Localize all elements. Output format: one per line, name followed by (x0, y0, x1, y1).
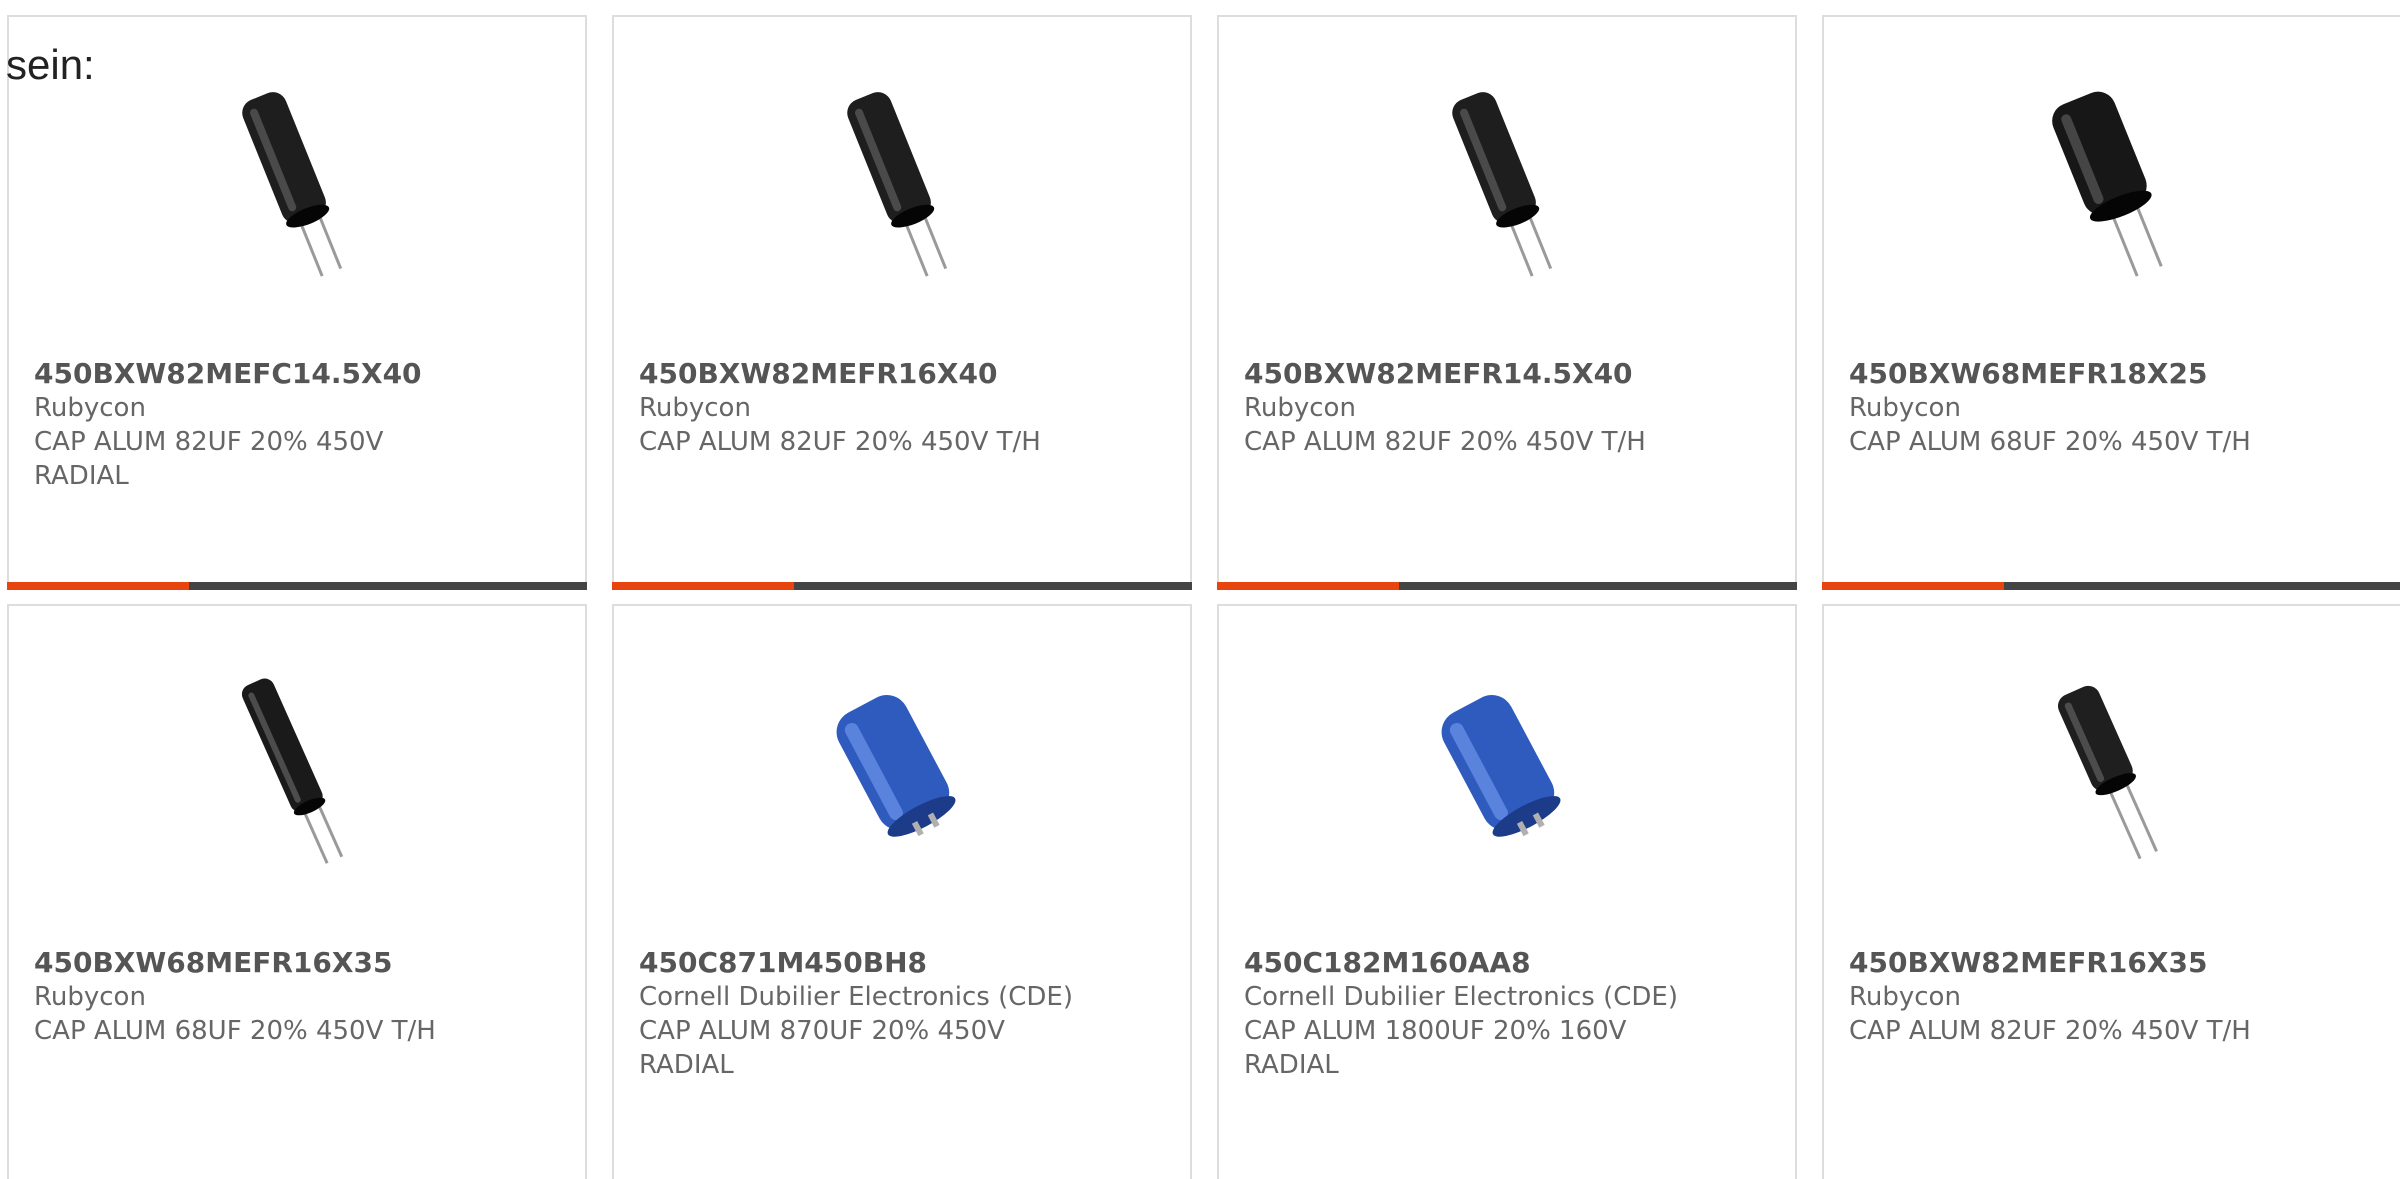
product-description: CAP ALUM 82UF 20% 450V RADIAL (34, 427, 384, 491)
product-description: CAP ALUM 1800UF 20% 160V RADIAL (1244, 1016, 1627, 1080)
product-card[interactable]: 450BXW82MEFR14.5X40 Rubycon CAP ALUM 82U… (1217, 15, 1797, 590)
product-card[interactable]: 450BXW68MEFR18X25 Rubycon CAP ALUM 68UF … (1822, 15, 2400, 590)
product-grid: 450BXW82MEFC14.5X40 Rubycon CAP ALUM 82U… (7, 15, 2400, 1179)
part-number-link[interactable]: 450BXW68MEFR18X25 (1849, 357, 2380, 391)
manufacturer: Rubycon (1244, 393, 1356, 423)
manufacturer: Rubycon (1849, 982, 1961, 1012)
product-description: CAP ALUM 82UF 20% 450V T/H (639, 427, 1041, 457)
manufacturer: Cornell Dubilier Electronics (CDE) (1244, 982, 1678, 1012)
part-number-link[interactable]: 450BXW68MEFR16X35 (34, 946, 565, 980)
part-number-link[interactable]: 450C182M160AA8 (1244, 946, 1775, 980)
manufacturer: Rubycon (34, 982, 146, 1012)
black-capacitor-slim-icon (799, 85, 999, 285)
black-capacitor-small-icon (2009, 674, 2209, 874)
product-card[interactable]: 450BXW82MEFR16X35 Rubycon CAP ALUM 82UF … (1822, 604, 2400, 1179)
black-capacitor-slim-icon (1404, 85, 1604, 285)
manufacturer: Rubycon (639, 393, 751, 423)
part-number-link[interactable]: 450C871M450BH8 (639, 946, 1170, 980)
product-card[interactable]: 450C182M160AA8 Cornell Dubilier Electron… (1217, 604, 1797, 1179)
black-capacitor-slim-icon (194, 85, 394, 285)
black-capacitor-long-icon (194, 674, 394, 874)
product-card[interactable]: 450BXW82MEFC14.5X40 Rubycon CAP ALUM 82U… (7, 15, 587, 590)
product-description: CAP ALUM 870UF 20% 450V RADIAL (639, 1016, 1005, 1080)
product-description: CAP ALUM 82UF 20% 450V T/H (1244, 427, 1646, 457)
manufacturer: Rubycon (34, 393, 146, 423)
part-number-link[interactable]: 450BXW82MEFR16X35 (1849, 946, 2380, 980)
card-accent-bar (1217, 582, 1797, 590)
blue-capacitor-icon (1404, 674, 1604, 874)
card-accent-bar (7, 582, 587, 590)
part-number-link[interactable]: 450BXW82MEFR16X40 (639, 357, 1170, 391)
product-card[interactable]: 450BXW68MEFR16X35 Rubycon CAP ALUM 68UF … (7, 604, 587, 1179)
intro-text: sein: (6, 41, 95, 88)
product-description: CAP ALUM 68UF 20% 450V T/H (34, 1016, 436, 1046)
manufacturer: Rubycon (1849, 393, 1961, 423)
black-capacitor-wide-icon (2009, 85, 2209, 285)
manufacturer: Cornell Dubilier Electronics (CDE) (639, 982, 1073, 1012)
product-description: CAP ALUM 68UF 20% 450V T/H (1849, 427, 2251, 457)
part-number-link[interactable]: 450BXW82MEFC14.5X40 (34, 357, 565, 391)
product-card[interactable]: 450BXW82MEFR16X40 Rubycon CAP ALUM 82UF … (612, 15, 1192, 590)
product-description: CAP ALUM 82UF 20% 450V T/H (1849, 1016, 2251, 1046)
card-accent-bar (1822, 582, 2400, 590)
product-card[interactable]: 450C871M450BH8 Cornell Dubilier Electron… (612, 604, 1192, 1179)
blue-capacitor-icon (799, 674, 999, 874)
part-number-link[interactable]: 450BXW82MEFR14.5X40 (1244, 357, 1775, 391)
card-accent-bar (612, 582, 1192, 590)
